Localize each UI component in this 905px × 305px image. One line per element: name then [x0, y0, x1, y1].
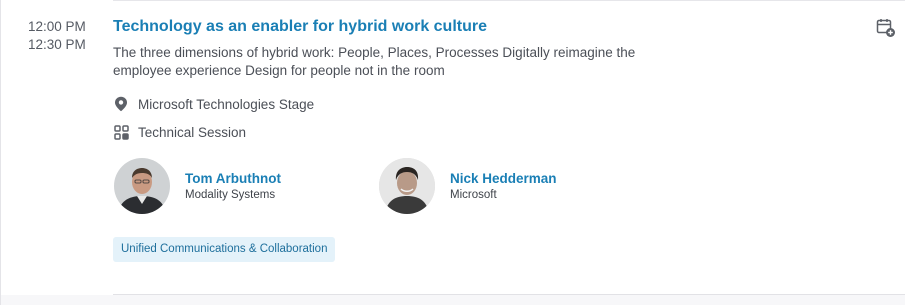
grid-icon [113, 124, 129, 140]
next-item-band [1, 295, 905, 305]
speaker-name[interactable]: Nick Hedderman [450, 170, 557, 187]
top-divider [113, 0, 905, 1]
session-location: Microsoft Technologies Stage [113, 96, 314, 112]
start-time: 12:00 PM [28, 19, 86, 34]
avatar [114, 158, 170, 214]
session-type: Technical Session [113, 124, 246, 140]
speaker-company: Microsoft [450, 188, 497, 201]
end-time: 12:30 PM [28, 37, 86, 52]
speaker-card[interactable]: Tom Arbuthnot Modality Systems [114, 158, 281, 214]
session-card: 12:00 PM 12:30 PM Technology as an enabl… [0, 0, 905, 305]
topic-tag[interactable]: Unified Communications & Collaboration [113, 237, 336, 262]
speaker-company: Modality Systems [185, 188, 276, 201]
location-label: Microsoft Technologies Stage [138, 96, 315, 112]
session-times: 12:00 PM 12:30 PM [28, 18, 86, 54]
map-pin-icon [113, 96, 129, 112]
calendar-add-icon [876, 19, 896, 42]
speaker-info: Nick Hedderman Microsoft [450, 170, 557, 203]
add-to-calendar-button[interactable] [876, 18, 896, 38]
speaker-name[interactable]: Tom Arbuthnot [185, 170, 281, 187]
session-description: The three dimensions of hybrid work: Peo… [113, 45, 636, 78]
avatar [379, 158, 435, 214]
speaker-info: Tom Arbuthnot Modality Systems [185, 170, 281, 203]
session-title[interactable]: Technology as an enabler for hybrid work… [113, 16, 487, 38]
session-type-label: Technical Session [138, 124, 247, 140]
speaker-card[interactable]: Nick Hedderman Microsoft [379, 158, 557, 214]
